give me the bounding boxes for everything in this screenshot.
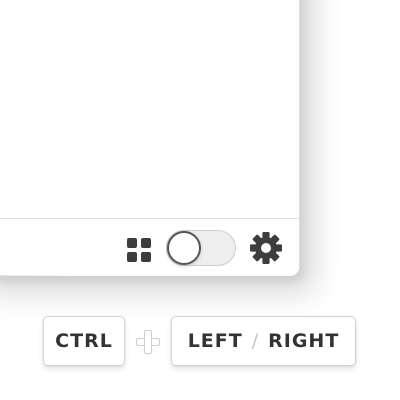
keycap-ctrl: CTRL (43, 316, 125, 366)
panel-content-area (0, 0, 299, 218)
keycap-separator: / (251, 330, 260, 352)
screenshot-stage: CTRL LEFT / RIGHT (0, 0, 400, 400)
panel-footer-toolbar (0, 218, 299, 276)
grid-icon-cell (127, 238, 137, 248)
plus-icon-core (145, 339, 151, 345)
gear-icon[interactable] (249, 231, 283, 265)
keycap-ctrl-label: CTRL (55, 330, 113, 352)
keycap-right-label: RIGHT (268, 330, 340, 352)
keycap-left-right: LEFT / RIGHT (171, 316, 356, 366)
grid-icon-cell (141, 252, 151, 262)
toggle-knob (167, 231, 201, 265)
grid-icon-cell (127, 252, 137, 262)
toggle-switch[interactable] (166, 230, 236, 266)
grid-icon-cell (141, 238, 151, 248)
floating-panel (0, 0, 300, 276)
plus-icon (136, 330, 160, 354)
keycap-left-label: LEFT (187, 330, 243, 352)
grid-icon[interactable] (127, 238, 151, 262)
